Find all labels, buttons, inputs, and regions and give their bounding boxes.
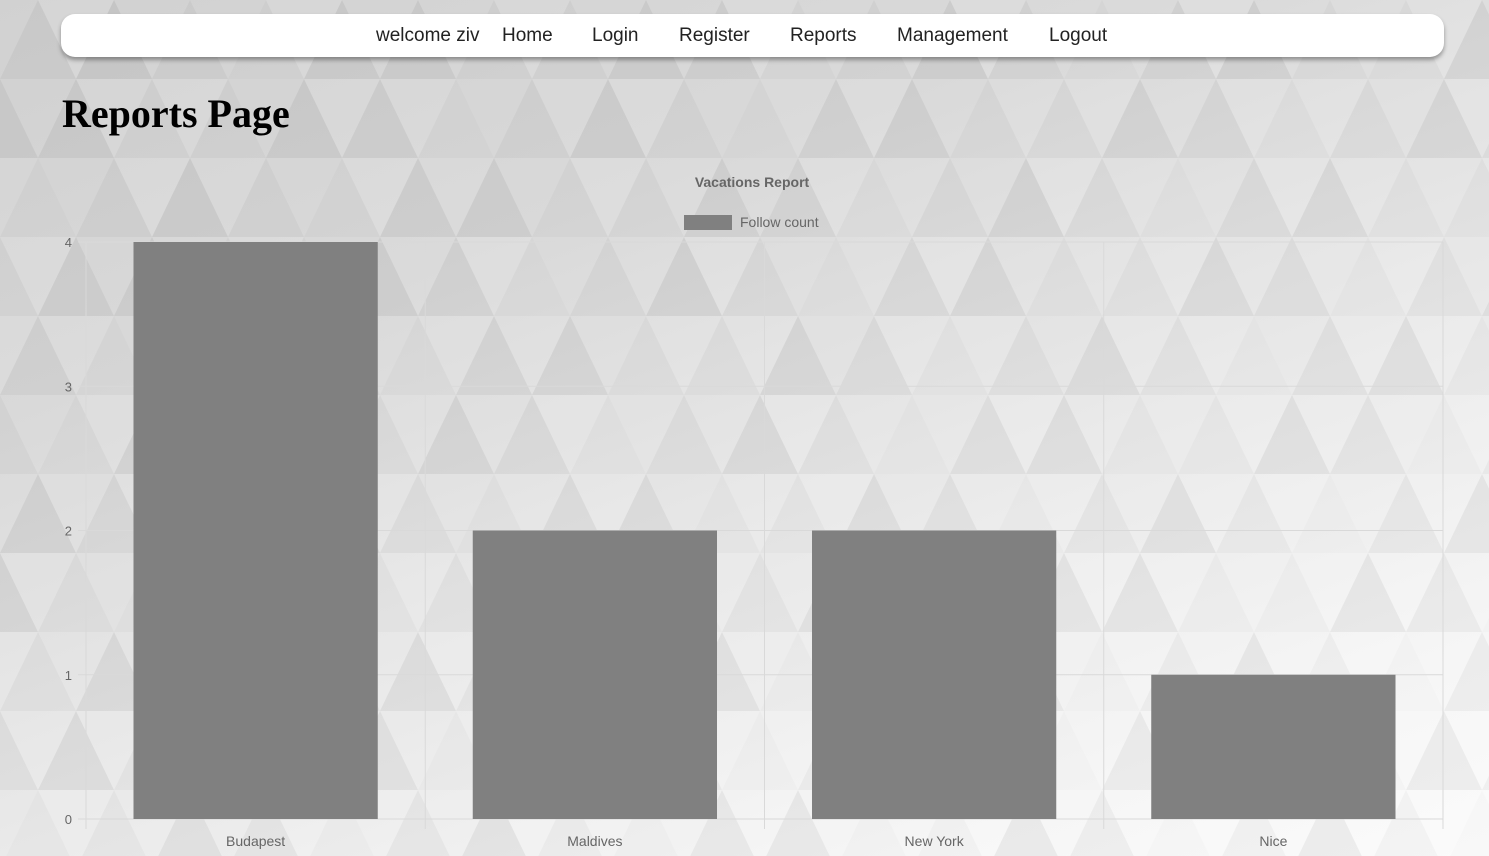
x-tick-label: Maldives — [567, 833, 622, 849]
welcome-text: welcome ziv — [376, 25, 480, 46]
y-tick-label: 3 — [65, 379, 72, 394]
chart-title: Vacations Report — [695, 174, 810, 190]
nav-link-home[interactable]: Home — [502, 25, 553, 47]
nav-link-management[interactable]: Management — [897, 25, 1008, 47]
nav-menu: welcome ziv Home Login Register Reports … — [61, 14, 1444, 57]
nav-link-reports[interactable]: Reports — [790, 25, 857, 47]
bar-maldives[interactable] — [472, 530, 718, 820]
bar-budapest[interactable] — [133, 242, 378, 819]
bar-new-york[interactable] — [811, 530, 1057, 820]
legend-label: Follow count — [740, 214, 819, 230]
bar-nice[interactable] — [1151, 674, 1396, 819]
x-tick-label: New York — [905, 833, 965, 849]
nav-link-register[interactable]: Register — [679, 25, 750, 47]
y-tick-label: 4 — [65, 235, 72, 250]
x-tick-label: Nice — [1259, 833, 1287, 849]
y-tick-label: 1 — [65, 668, 72, 683]
legend-swatch — [684, 215, 732, 230]
y-tick-label: 2 — [65, 524, 72, 539]
y-tick-label: 0 — [65, 812, 72, 827]
nav-link-logout[interactable]: Logout — [1049, 25, 1107, 47]
top-navbar: welcome ziv Home Login Register Reports … — [61, 14, 1444, 57]
x-tick-label: Budapest — [226, 833, 285, 849]
page-title: Reports Page — [62, 91, 290, 136]
nav-link-login[interactable]: Login — [592, 25, 639, 47]
